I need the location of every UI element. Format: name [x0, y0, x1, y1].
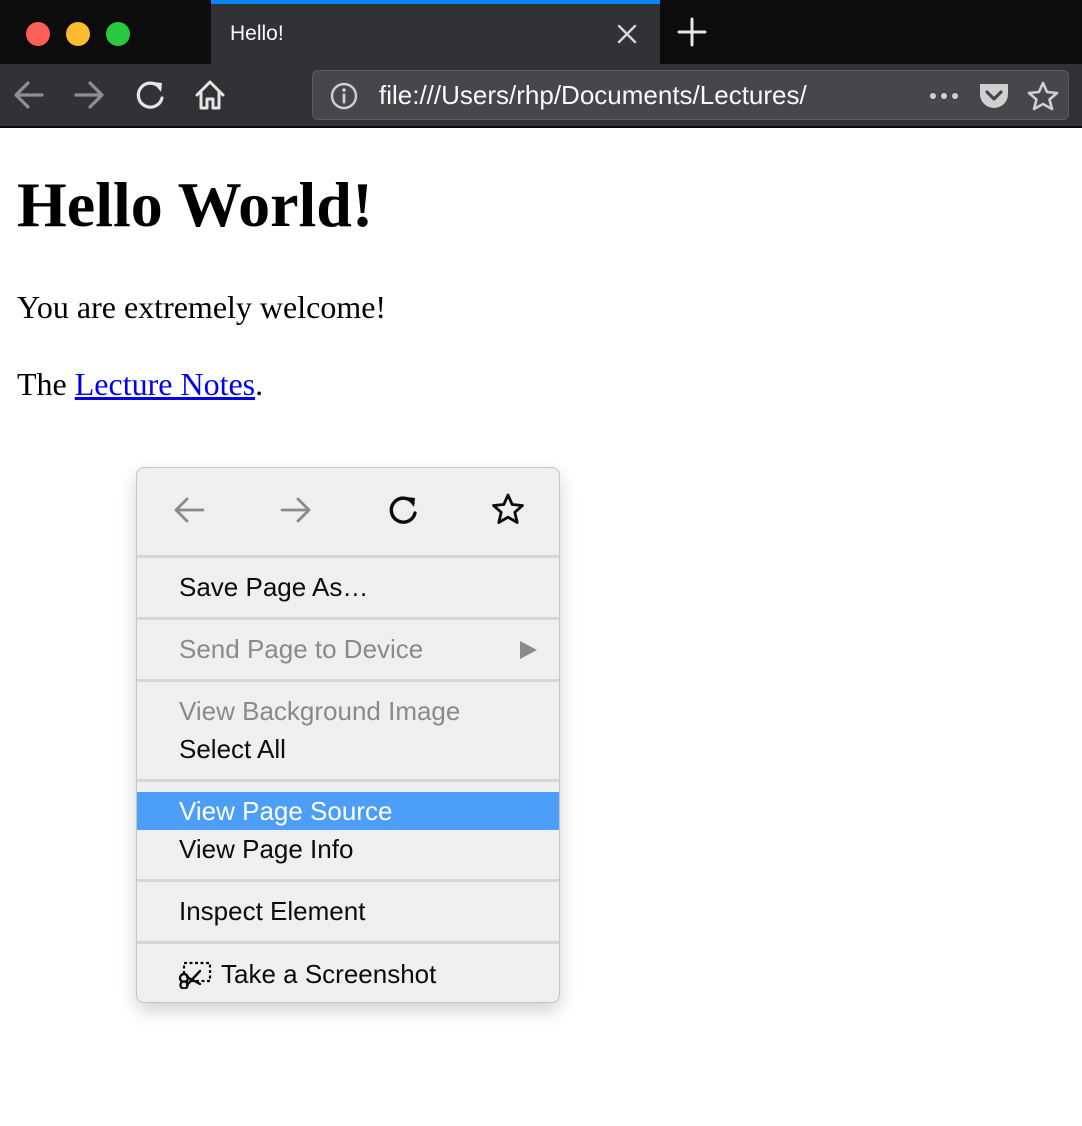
close-icon[interactable] — [616, 23, 638, 45]
menu-item-label: View Background Image — [179, 696, 461, 726]
url-text[interactable]: file:///Users/rhp/Documents/Lectures/ — [379, 80, 885, 111]
menu-item-send-page-to-device: Send Page to Device — [137, 630, 559, 668]
menu-item-label: Save Page As… — [179, 572, 369, 602]
tab-strip: Hello! — [0, 0, 1082, 64]
tab-title: Hello! — [230, 22, 284, 45]
menu-item-label: Send Page to Device — [179, 634, 424, 664]
context-menu: Save Page As… Send Page to Device View B… — [136, 467, 560, 1003]
screenshot-scissors-icon — [178, 961, 212, 989]
menu-item-label: View Page Source — [179, 796, 393, 826]
home-icon[interactable] — [193, 78, 227, 112]
tab-active[interactable]: Hello! — [211, 0, 660, 64]
menu-separator — [137, 779, 559, 782]
lecture-notes-link[interactable]: Lecture Notes — [75, 366, 255, 402]
menu-item-label: View Page Info — [179, 834, 354, 864]
menu-item-label: Take a Screenshot — [221, 959, 437, 989]
navigation-toolbar: file:///Users/rhp/Documents/Lectures/ — [0, 64, 1082, 128]
forward-arrow-icon[interactable] — [278, 492, 314, 528]
bookmark-star-icon[interactable] — [490, 492, 526, 528]
menu-separator — [137, 941, 559, 944]
submenu-arrow-icon — [520, 641, 537, 659]
menu-separator — [137, 879, 559, 882]
notes-prefix: The — [17, 366, 75, 402]
notes-suffix: . — [255, 366, 264, 402]
url-bar[interactable]: file:///Users/rhp/Documents/Lectures/ — [312, 70, 1069, 120]
info-icon[interactable] — [330, 82, 358, 110]
page-heading: Hello World! — [17, 169, 374, 240]
new-tab-plus-icon[interactable] — [677, 17, 707, 47]
menu-item-take-a-screenshot[interactable]: Take a Screenshot — [137, 955, 559, 993]
menu-item-view-page-info[interactable]: View Page Info — [137, 830, 559, 868]
menu-item-save-page-as[interactable]: Save Page As… — [137, 568, 559, 606]
menu-item-label: Inspect Element — [179, 896, 366, 926]
context-menu-nav-row — [137, 468, 559, 556]
menu-item-select-all[interactable]: Select All — [137, 730, 559, 768]
pocket-icon[interactable] — [977, 81, 1011, 111]
reload-icon[interactable] — [385, 492, 421, 528]
notes-paragraph: The Lecture Notes. — [17, 365, 263, 403]
menu-item-label: Select All — [179, 734, 286, 764]
window-minimize-button[interactable] — [66, 22, 90, 46]
menu-item-view-page-source[interactable]: View Page Source — [137, 792, 559, 830]
menu-item-view-background-image: View Background Image — [137, 692, 559, 730]
reload-icon[interactable] — [133, 78, 167, 112]
back-arrow-icon[interactable] — [171, 492, 207, 528]
menu-separator — [137, 679, 559, 682]
menu-item-inspect-element[interactable]: Inspect Element — [137, 892, 559, 930]
window-close-button[interactable] — [26, 22, 50, 46]
menu-separator — [137, 555, 559, 558]
bookmark-star-icon[interactable] — [1026, 81, 1060, 111]
more-actions-icon[interactable] — [927, 81, 961, 111]
back-arrow-icon[interactable] — [12, 78, 46, 112]
window-zoom-button[interactable] — [106, 22, 130, 46]
menu-separator — [137, 617, 559, 620]
welcome-paragraph: You are extremely welcome! — [17, 289, 387, 325]
forward-arrow-icon[interactable] — [72, 78, 106, 112]
